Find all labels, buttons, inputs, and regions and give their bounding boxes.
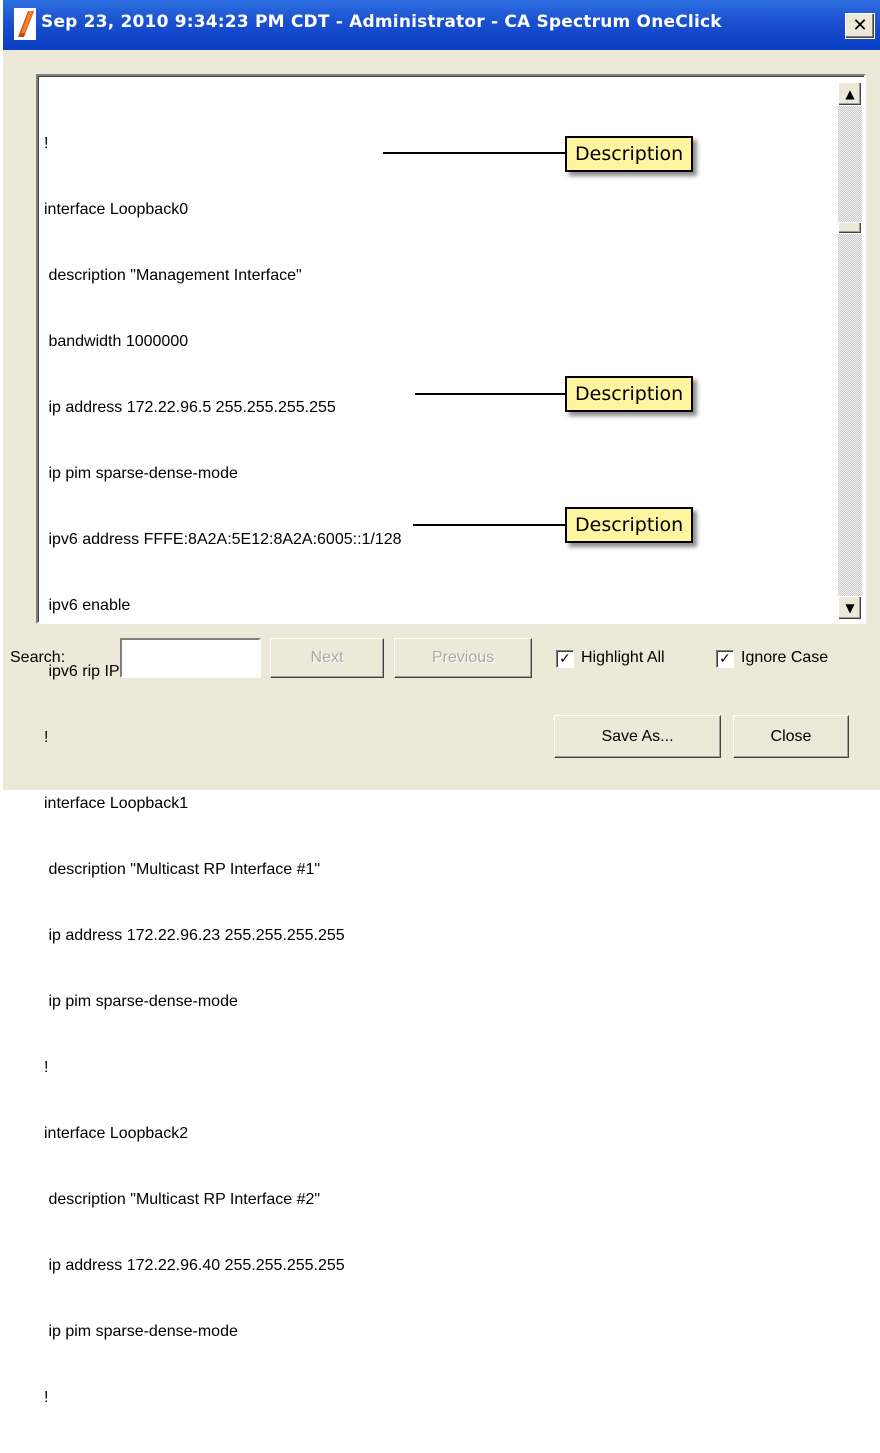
scroll-thumb[interactable]: [838, 222, 862, 234]
config-line: interface Loopback2: [44, 1125, 189, 1142]
description-callout: Description: [565, 136, 694, 172]
config-line: !: [44, 1059, 49, 1076]
title-bar[interactable]: Sep 23, 2010 9:34:23 PM CDT - Administra…: [3, 0, 880, 50]
config-line: ip pim sparse-dense-mode: [44, 1323, 238, 1340]
callout-connector: [415, 393, 569, 395]
config-line: ipv6 enable: [44, 597, 131, 614]
window-title: Sep 23, 2010 9:34:23 PM CDT - Administra…: [41, 12, 722, 32]
config-text-area[interactable]: ! interface Loopback0 description "Manag…: [36, 74, 866, 1406]
config-line: ip pim sparse-dense-mode: [44, 993, 238, 1010]
config-line: interface Loopback0: [44, 201, 189, 218]
config-line: interface Loopback1: [44, 795, 189, 812]
ignore-case-checkbox[interactable]: ✓: [716, 650, 734, 668]
config-line: !: [44, 1389, 49, 1406]
save-as-button[interactable]: Save As...: [554, 715, 721, 758]
close-icon[interactable]: ✕: [845, 13, 875, 39]
scroll-up-icon[interactable]: ▲: [838, 82, 862, 106]
config-text: ! interface Loopback0 description "Manag…: [44, 89, 814, 1453]
config-line: ip address 172.22.96.5 255.255.255.255: [44, 399, 336, 416]
highlight-all-checkbox[interactable]: ✓: [556, 650, 574, 668]
config-line: ip pim sparse-dense-mode: [44, 465, 238, 482]
description-callout: Description: [565, 376, 694, 412]
previous-button[interactable]: Previous: [394, 638, 532, 678]
config-line: description "Multicast RP Interface #2": [44, 1191, 321, 1208]
config-line: ip address 172.22.96.23 255.255.255.255: [44, 927, 345, 944]
description-callout: Description: [565, 507, 694, 543]
oneclick-app-icon: [14, 8, 36, 40]
config-viewer-window: Sep 23, 2010 9:34:23 PM CDT - Administra…: [0, 0, 880, 1406]
config-line: ip address 172.22.96.40 255.255.255.255: [44, 1257, 345, 1274]
next-button[interactable]: Next: [270, 638, 384, 678]
ignore-case-label: Ignore Case: [741, 649, 829, 666]
search-label: Search:: [10, 649, 66, 666]
close-button[interactable]: Close: [733, 715, 849, 758]
highlight-all-label: Highlight All: [581, 649, 665, 666]
config-line: ipv6 address FFFE:8A2A:5E12:8A2A:6005::1…: [44, 531, 402, 548]
callout-connector: [383, 152, 569, 154]
vertical-scrollbar[interactable]: ▲ ▼: [838, 82, 862, 620]
scroll-down-icon[interactable]: ▼: [838, 596, 862, 620]
config-line: bandwidth 1000000: [44, 333, 189, 350]
config-line: description "Management Interface": [44, 267, 302, 284]
config-line: description "Multicast RP Interface #1": [44, 861, 321, 878]
callout-connector: [413, 524, 569, 526]
search-input[interactable]: [120, 638, 261, 678]
